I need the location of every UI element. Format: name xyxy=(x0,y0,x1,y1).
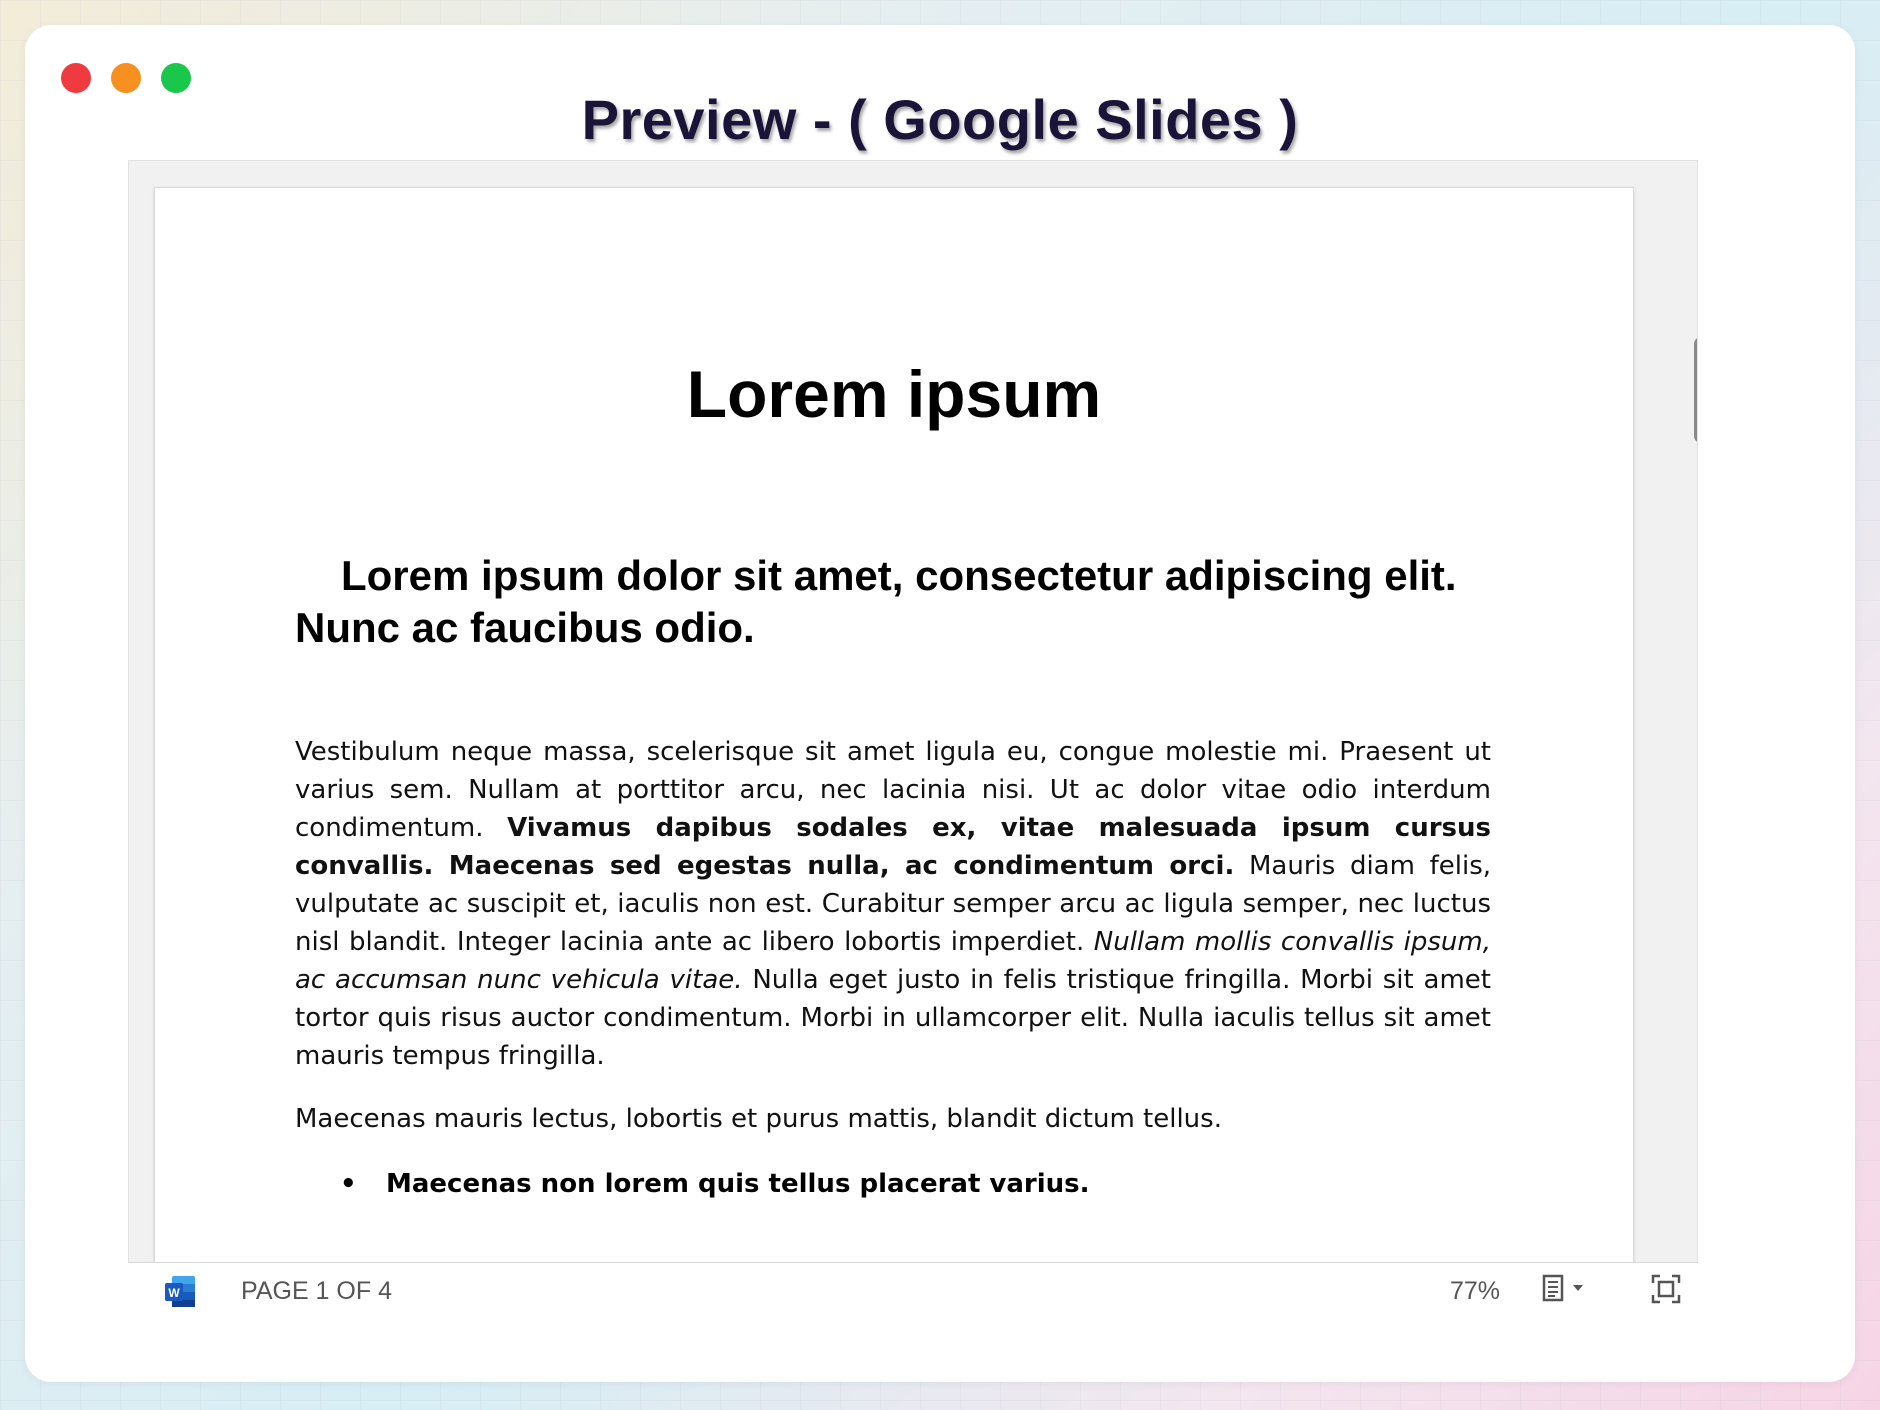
body-paragraph-1: Vestibulum neque massa, scelerisque sit … xyxy=(295,733,1491,1075)
document-viewer[interactable]: Lorem ipsum Lorem ipsum dolor sit amet, … xyxy=(128,160,1698,1317)
window-title: Preview - ( Google Slides ) xyxy=(581,88,1299,151)
page-view-icon[interactable] xyxy=(1541,1273,1591,1305)
list-item-text: Maecenas non lorem quis tellus placerat … xyxy=(386,1169,1090,1199)
bullet-marker: • xyxy=(340,1169,357,1199)
svg-text:W: W xyxy=(168,1286,180,1300)
list-item: • Maecenas non lorem quis tellus placerat… xyxy=(340,1165,1490,1203)
vertical-scrollbar[interactable] xyxy=(1694,337,1697,443)
document-page: Lorem ipsum Lorem ipsum dolor sit amet, … xyxy=(154,187,1634,1316)
fullscreen-icon[interactable] xyxy=(1650,1273,1682,1305)
word-icon: W xyxy=(165,1276,195,1307)
zoom-level[interactable]: 77% xyxy=(1450,1277,1500,1306)
page-indicator: PAGE 1 OF 4 xyxy=(241,1277,392,1305)
status-bar: W PAGE 1 OF 4 77% xyxy=(128,1262,1698,1318)
body-paragraph-2: Maecenas mauris lectus, lobortis et puru… xyxy=(295,1104,1222,1134)
document-title: Lorem ipsum xyxy=(686,357,1102,431)
document-subtitle: Lorem ipsum dolor sit amet, consectetur … xyxy=(295,552,1457,651)
